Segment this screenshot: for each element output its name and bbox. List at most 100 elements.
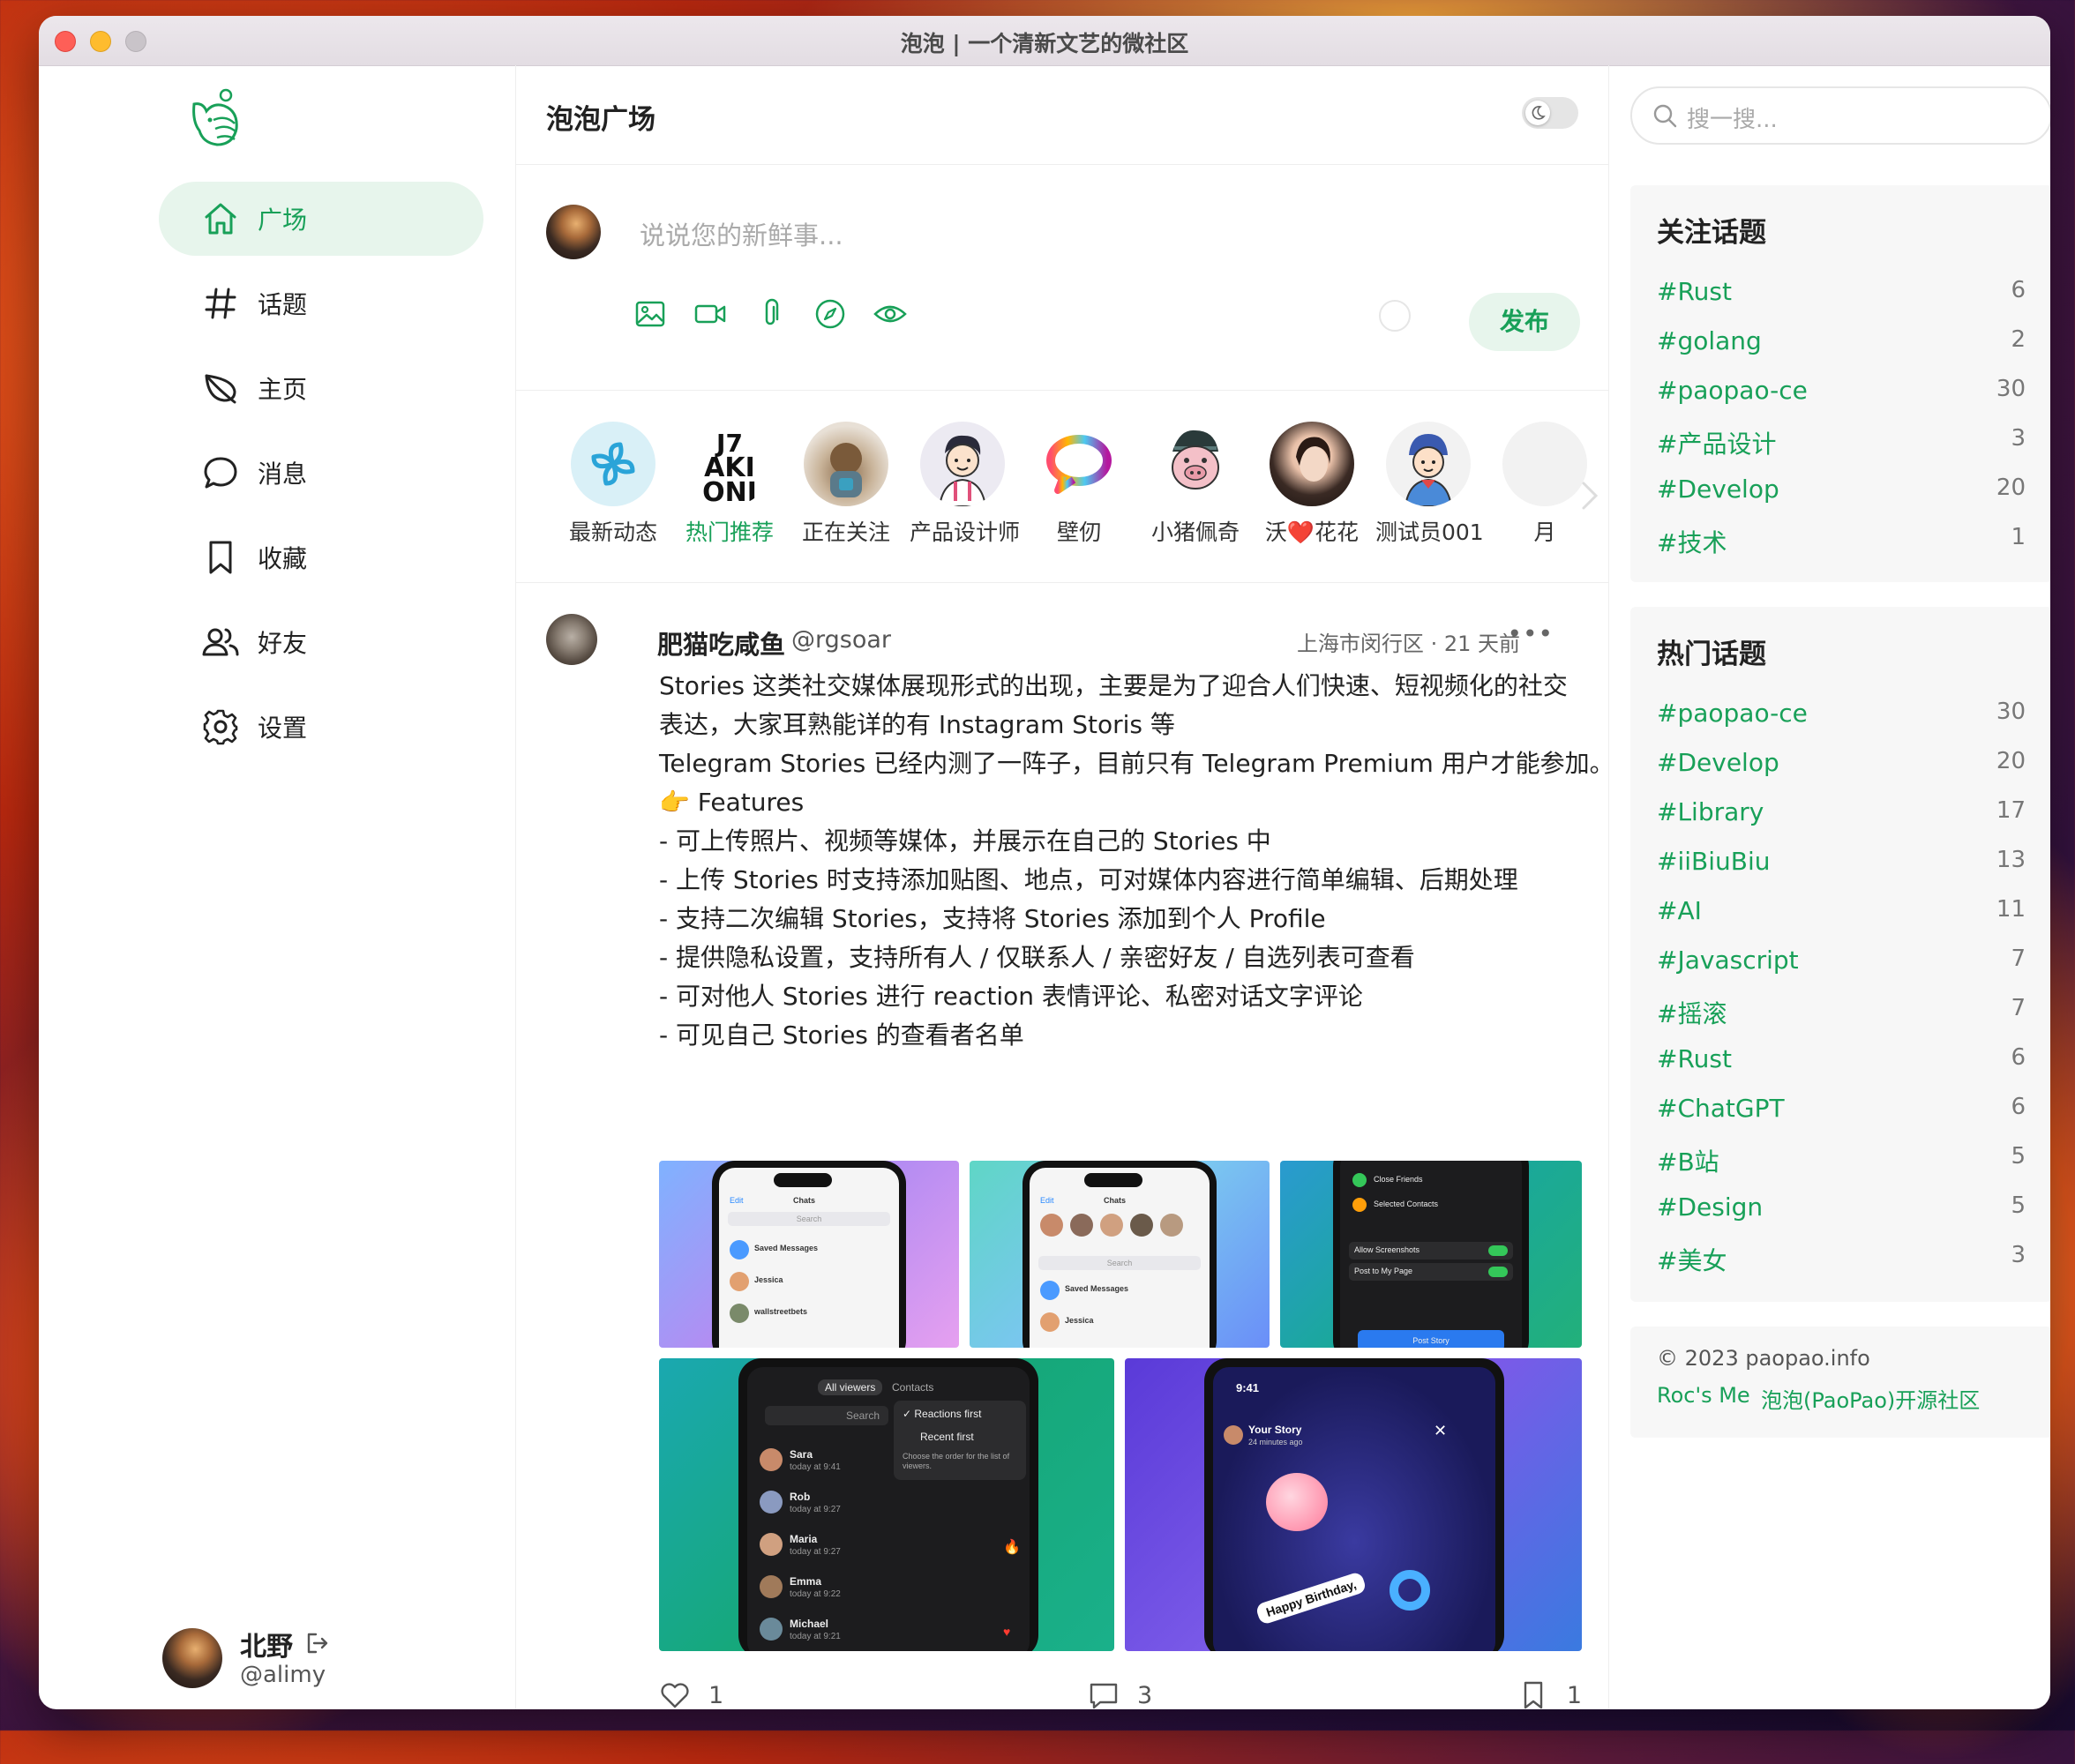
story-item[interactable]: 壁仞 [1026, 422, 1132, 547]
topic-tag[interactable]: #Rust [1657, 277, 1732, 306]
topic-tag[interactable]: #Design [1657, 1192, 1763, 1222]
sort-hint: Choose the order for the list of viewers… [903, 1452, 1010, 1470]
nav-item-collections[interactable]: 收藏 [159, 520, 483, 594]
topic-tag[interactable]: #Library [1657, 797, 1764, 826]
topic-row[interactable]: #Develop 20 [1657, 475, 2026, 510]
topic-row[interactable]: #paopao-ce 30 [1657, 699, 2026, 734]
story-item[interactable]: 测试员001 [1375, 422, 1484, 547]
nav-item-settings[interactable]: 设置 [159, 690, 483, 764]
post-image[interactable]: Close Friends Selected Contacts Allow Sc… [1280, 1161, 1582, 1348]
post-card[interactable]: 肥猫吃咸鱼 @rgsoar 上海市闵行区 · 21 天前 ••• Stories… [516, 582, 1614, 1709]
topic-row[interactable]: #摇滚 7 [1657, 995, 2026, 1030]
topic-row[interactable]: #AI 11 [1657, 896, 2026, 931]
topic-row[interactable]: #技术 1 [1657, 524, 2026, 559]
topic-tag[interactable]: #Develop [1657, 475, 1779, 504]
topic-tag[interactable]: #paopao-ce [1657, 699, 1808, 728]
footer-link[interactable]: 泡泡(PaoPao)开源社区 [1761, 1383, 1980, 1414]
topic-count: 7 [2011, 995, 2026, 1021]
story-item[interactable]: J7 AKI ONI 热门推荐 [677, 422, 783, 547]
topic-row[interactable]: #ChatGPT 6 [1657, 1094, 2026, 1129]
story-label: 沃❤️花花 [1264, 519, 1360, 545]
paopao-logo-icon[interactable] [187, 85, 249, 150]
topic-row[interactable]: #美女 3 [1657, 1242, 2026, 1277]
post-image[interactable]: 9:41 Your Story 24 minutes ago ✕ Happy B… [1125, 1358, 1582, 1651]
tab-contacts: Contacts [892, 1381, 934, 1394]
topic-row[interactable]: #产品设计 3 [1657, 425, 2026, 460]
post-image[interactable]: All viewers Contacts Search ✓ Reactions … [659, 1358, 1114, 1651]
more-options-icon[interactable]: ••• [1507, 619, 1554, 648]
topic-count: 11 [1996, 896, 2026, 923]
story-item[interactable]: 沃❤️花花 [1259, 422, 1365, 547]
topic-tag[interactable]: #Javascript [1657, 946, 1799, 975]
topic-tag[interactable]: #B站 [1657, 1143, 1719, 1178]
topic-row[interactable]: #Library 17 [1657, 797, 2026, 833]
topic-tag[interactable]: #iiBiuBiu [1657, 847, 1771, 876]
post-image[interactable]: Edit Chats Search Saved Messages Jessica [970, 1161, 1270, 1348]
topic-row[interactable]: #B站 5 [1657, 1143, 2026, 1178]
topic-row[interactable]: #Javascript 7 [1657, 946, 2026, 981]
video-upload-icon[interactable] [693, 296, 728, 332]
topic-tag[interactable]: #Develop [1657, 748, 1779, 777]
topic-tag[interactable]: #paopao-ce [1657, 376, 1808, 405]
topic-row[interactable]: #Design 5 [1657, 1192, 2026, 1228]
topic-tag[interactable]: #Rust [1657, 1044, 1732, 1073]
topic-count: 6 [2011, 1094, 2026, 1120]
nav-item-home-page[interactable]: 主页 [159, 351, 483, 425]
attachment-icon[interactable] [753, 296, 788, 332]
story-label: 壁仞 [1056, 519, 1101, 545]
topic-row[interactable]: #Rust 6 [1657, 277, 2026, 312]
donut-sticker-icon [1390, 1570, 1430, 1611]
comment-button[interactable]: 3 [1088, 1679, 1152, 1709]
nav-item-messages[interactable]: 消息 [159, 436, 483, 510]
topic-row[interactable]: #Rust 6 [1657, 1044, 2026, 1080]
gear-icon [203, 709, 238, 745]
avatar[interactable] [546, 614, 597, 665]
post-line: - 可见自己 Stories 的查看者名单 [659, 1020, 1024, 1050]
topic-row[interactable]: #paopao-ce 30 [1657, 376, 2026, 411]
post-image[interactable]: Edit Chats Search Saved Messages Jessica… [659, 1161, 959, 1348]
logout-icon[interactable] [303, 1630, 330, 1656]
collect-count: 1 [1566, 1681, 1582, 1709]
topic-tag[interactable]: #摇滚 [1657, 995, 1727, 1030]
topic-tag[interactable]: #美女 [1657, 1242, 1727, 1277]
chevron-right-icon[interactable] [1577, 478, 1603, 513]
nav-item-square[interactable]: 广场 [159, 182, 483, 256]
nav-item-friends[interactable]: 好友 [159, 605, 483, 679]
privacy-row: Close Friends [1374, 1175, 1423, 1184]
comment-icon [1090, 1683, 1118, 1709]
compass-icon[interactable] [813, 296, 848, 332]
tab-all-viewers: All viewers [818, 1379, 883, 1395]
topic-tag[interactable]: #golang [1657, 326, 1762, 355]
footer-link[interactable]: Roc's Me [1657, 1383, 1750, 1408]
topic-tag[interactable]: #ChatGPT [1657, 1094, 1785, 1123]
publish-button[interactable]: 发布 [1469, 293, 1580, 351]
search-input[interactable]: 搜一搜... [1630, 86, 2050, 145]
story-item[interactable]: 正在关注 [793, 422, 899, 547]
image-upload-icon[interactable] [633, 296, 668, 332]
hot-topics-card: 热门话题 #paopao-ce 30 #Develop 20 #Library 17 … [1630, 607, 2050, 1302]
chat-row: Jessica [1065, 1316, 1094, 1325]
nav-item-topics[interactable]: 话题 [159, 266, 483, 340]
current-user[interactable]: 北野 @alimy [162, 1623, 427, 1693]
search-icon [1653, 104, 1677, 128]
heart-icon [661, 1683, 689, 1708]
story-item[interactable]: 最新动态 [560, 422, 666, 547]
story-item[interactable]: 产品设计师 [910, 422, 1020, 547]
topic-row[interactable]: #iiBiuBiu 13 [1657, 847, 2026, 882]
collect-button[interactable]: 1 [1517, 1679, 1582, 1709]
visibility-icon[interactable] [873, 296, 908, 332]
post-author[interactable]: 肥猫吃咸鱼 [657, 624, 785, 662]
topic-row[interactable]: #Develop 20 [1657, 748, 2026, 783]
topic-count: 17 [1996, 797, 2026, 824]
composer-input[interactable]: 说说您的新鲜事... [640, 215, 843, 252]
topic-count: 6 [2011, 277, 2026, 303]
avatar[interactable] [162, 1628, 222, 1688]
topic-tag[interactable]: #技术 [1657, 524, 1727, 559]
topic-tag[interactable]: #产品设计 [1657, 425, 1776, 460]
story-item[interactable]: 小猪佩奇 [1142, 422, 1248, 547]
theme-toggle[interactable] [1522, 97, 1578, 129]
like-button[interactable]: 1 [659, 1679, 723, 1709]
topic-tag[interactable]: #AI [1657, 896, 1702, 925]
topic-row[interactable]: #golang 2 [1657, 326, 2026, 362]
birthday-sticker: Happy Birthday, [1255, 1571, 1367, 1626]
